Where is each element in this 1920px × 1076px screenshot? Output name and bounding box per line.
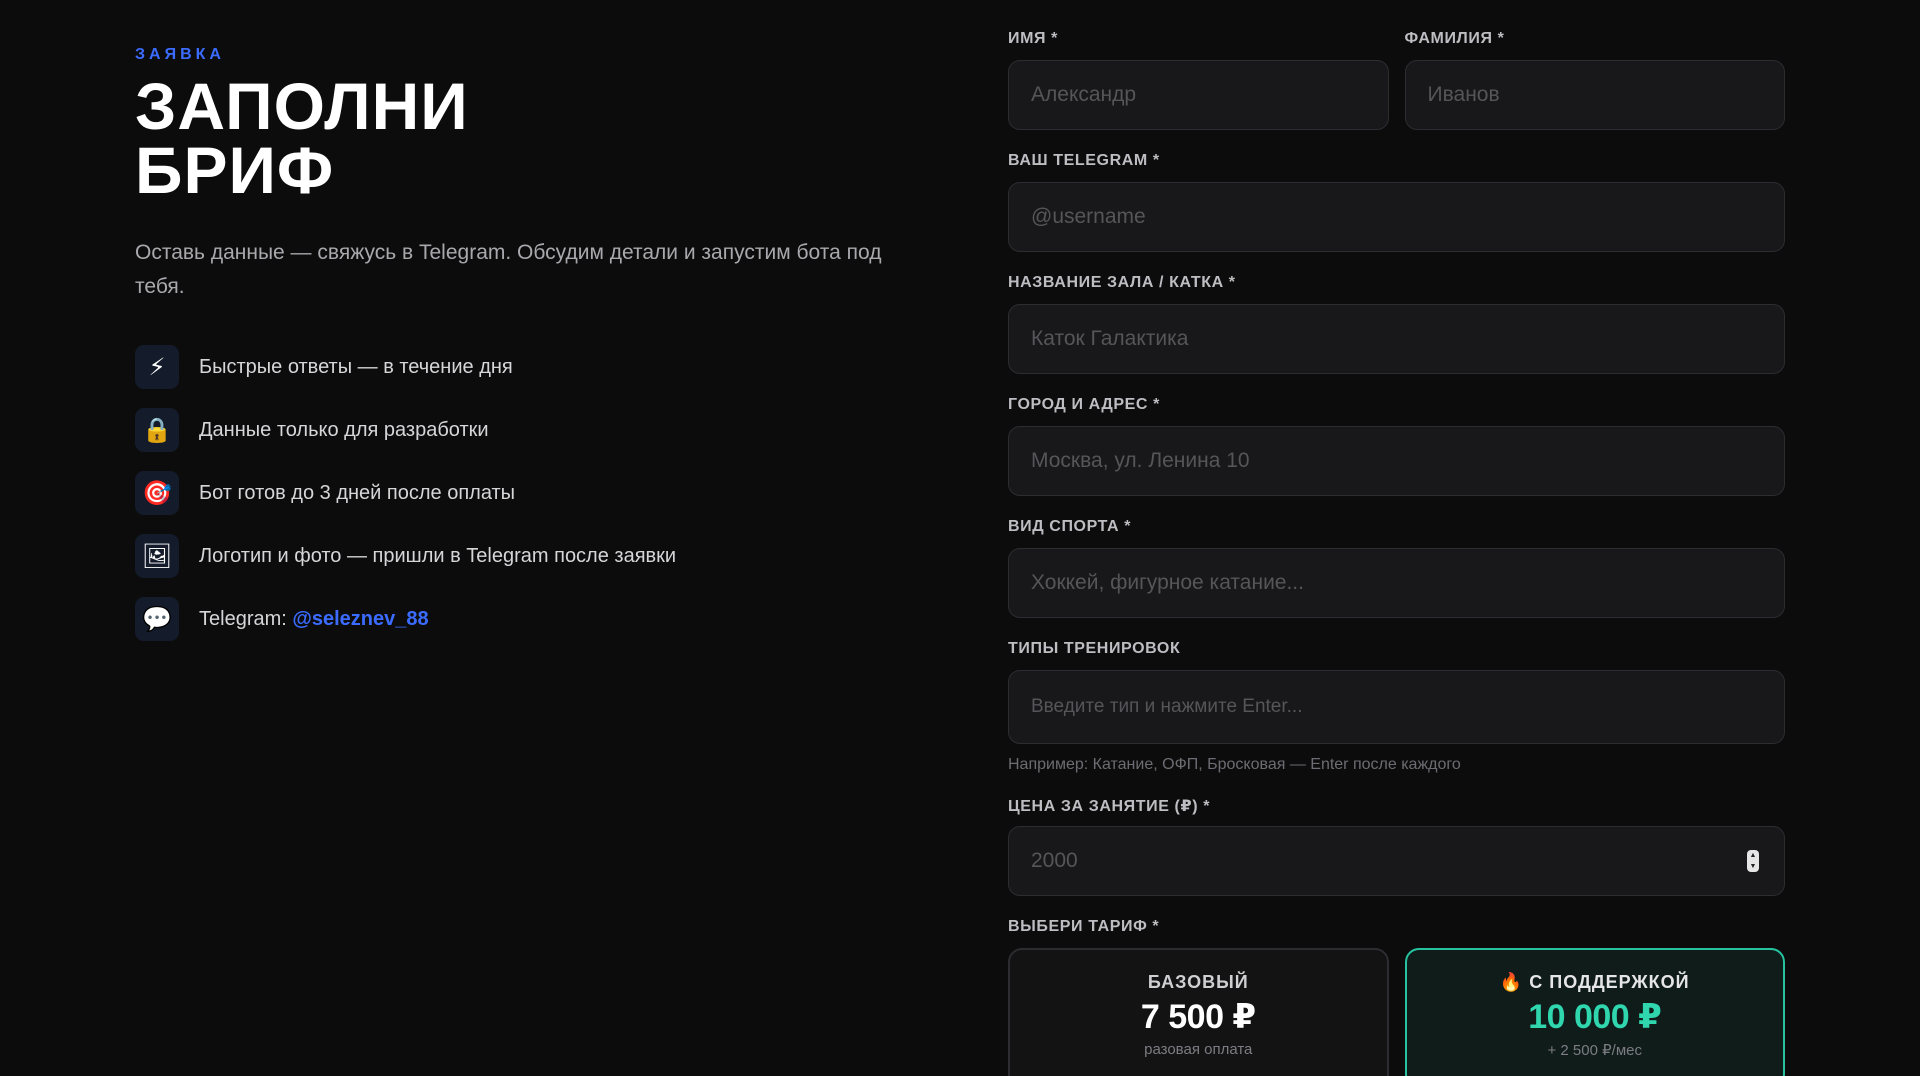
feature-item-delivery-time: 🎯 Бот готов до 3 дней после оплаты: [135, 470, 895, 516]
picture-icon: 🖼: [135, 534, 179, 578]
sport-label: ВИД СПОРТА *: [1008, 518, 1132, 535]
feature-item-data-privacy: 🔒 Данные только для разработки: [135, 407, 895, 453]
tariff-card-basic[interactable]: БАЗОВЫЙ 7 500 ₽ разовая оплата: [1008, 948, 1389, 1076]
brief-form: ИМЯ * ФАМИЛИЯ * ВАШ TELEGRAM * НАЗВАНИЕ …: [1008, 30, 1785, 1076]
first-name-input[interactable]: [1008, 60, 1389, 130]
price-input-wrap: ▲ ▼: [1008, 826, 1785, 896]
feature-text: Логотип и фото — пришли в Telegram после…: [199, 544, 677, 567]
lock-icon: 🔒: [135, 408, 179, 452]
tariff-name: БАЗОВЫЙ: [1147, 972, 1249, 992]
price-group: ЦЕНА ЗА ЗАНЯТИЕ (₽) * ▲ ▼: [1008, 796, 1785, 896]
last-name-input[interactable]: [1404, 60, 1785, 130]
sport-group: ВИД СПОРТА *: [1008, 518, 1785, 618]
address-input[interactable]: [1008, 426, 1785, 496]
feature-item-fast-replies: ⚡ Быстрые ответы — в течение дня: [135, 344, 895, 390]
tariff-label: ВЫБЕРИ ТАРИФ *: [1008, 918, 1160, 935]
feature-text: Бот готов до 3 дней после оплаты: [199, 481, 516, 504]
training-types-hint: Например: Катание, ОФП, Бросковая — Ente…: [1008, 756, 1461, 773]
feature-item-telegram-contact: 💬 Telegram: @seleznev_88: [135, 596, 895, 642]
feature-text: Данные только для разработки: [199, 418, 489, 441]
lightning-icon: ⚡: [135, 345, 179, 389]
price-input[interactable]: [1008, 826, 1785, 896]
chevron-down-icon[interactable]: ▼: [1750, 863, 1757, 871]
tariff-note: разовая оплата: [1144, 1041, 1253, 1058]
telegram-prefix: Telegram:: [199, 607, 293, 630]
name-row: ИМЯ * ФАМИЛИЯ *: [1008, 30, 1785, 152]
feature-item-logo-photos: 🖼 Логотип и фото — пришли в Telegram пос…: [135, 533, 895, 579]
telegram-input[interactable]: [1008, 182, 1785, 252]
brief-page: ЗАЯВКА ЗАПОЛНИ БРИФ Оставь данные — свяж…: [0, 0, 1920, 1076]
training-types-group: ТИПЫ ТРЕНИРОВОК Например: Катание, ОФП, …: [1008, 640, 1785, 774]
first-name-label: ИМЯ *: [1008, 30, 1058, 47]
feature-text: Быстрые ответы — в течение дня: [199, 355, 513, 378]
page-title-line-1: ЗАПОЛНИ: [135, 69, 469, 143]
tariff-price: 7 500 ₽: [1140, 998, 1256, 1036]
intro-section: ЗАЯВКА ЗАПОЛНИ БРИФ Оставь данные — свяж…: [135, 46, 895, 659]
last-name-label: ФАМИЛИЯ *: [1404, 30, 1505, 47]
feature-text: Telegram: @seleznev_88: [199, 608, 429, 631]
last-name-group: ФАМИЛИЯ *: [1404, 30, 1785, 130]
venue-group: НАЗВАНИЕ ЗАЛА / КАТКА *: [1008, 274, 1785, 374]
tariff-note: + 2 500 ₽/мес: [1547, 1042, 1643, 1059]
sport-input[interactable]: [1008, 548, 1785, 618]
speech-bubble-icon: 💬: [135, 597, 179, 641]
telegram-link[interactable]: @seleznev_88: [292, 608, 428, 630]
tariff-price: 10 000 ₽: [1528, 998, 1662, 1036]
address-label: ГОРОД И АДРЕС *: [1008, 396, 1160, 413]
training-types-input[interactable]: [1008, 670, 1785, 744]
telegram-label: ВАШ TELEGRAM *: [1008, 152, 1160, 169]
page-title-line-2: БРИФ: [135, 133, 335, 207]
page-subtitle: Оставь данные — свяжусь в Telegram. Обсу…: [135, 241, 882, 298]
page-title: ЗАПОЛНИ БРИФ: [135, 69, 895, 207]
tariff-group: ВЫБЕРИ ТАРИФ * БАЗОВЫЙ 7 500 ₽ разовая о…: [1008, 918, 1785, 1076]
training-types-label: ТИПЫ ТРЕНИРОВОК: [1008, 640, 1181, 657]
target-icon: 🎯: [135, 471, 179, 515]
feature-list: ⚡ Быстрые ответы — в течение дня 🔒 Данны…: [135, 344, 895, 642]
venue-input[interactable]: [1008, 304, 1785, 374]
tariff-options: БАЗОВЫЙ 7 500 ₽ разовая оплата 🔥 С ПОДДЕ…: [1008, 948, 1785, 1076]
section-eyebrow: ЗАЯВКА: [135, 46, 225, 63]
address-group: ГОРОД И АДРЕС *: [1008, 396, 1785, 496]
price-label: ЦЕНА ЗА ЗАНЯТИЕ (₽) *: [1008, 798, 1211, 815]
tariff-name: 🔥 С ПОДДЕРЖКОЙ: [1499, 972, 1690, 992]
chevron-up-icon[interactable]: ▲: [1750, 852, 1757, 860]
venue-label: НАЗВАНИЕ ЗАЛА / КАТКА *: [1008, 274, 1236, 291]
first-name-group: ИМЯ *: [1008, 30, 1389, 130]
tariff-card-support[interactable]: 🔥 С ПОДДЕРЖКОЙ 10 000 ₽ + 2 500 ₽/мес: [1404, 948, 1785, 1076]
telegram-group: ВАШ TELEGRAM *: [1008, 152, 1785, 252]
price-stepper[interactable]: ▲ ▼: [1747, 850, 1759, 872]
